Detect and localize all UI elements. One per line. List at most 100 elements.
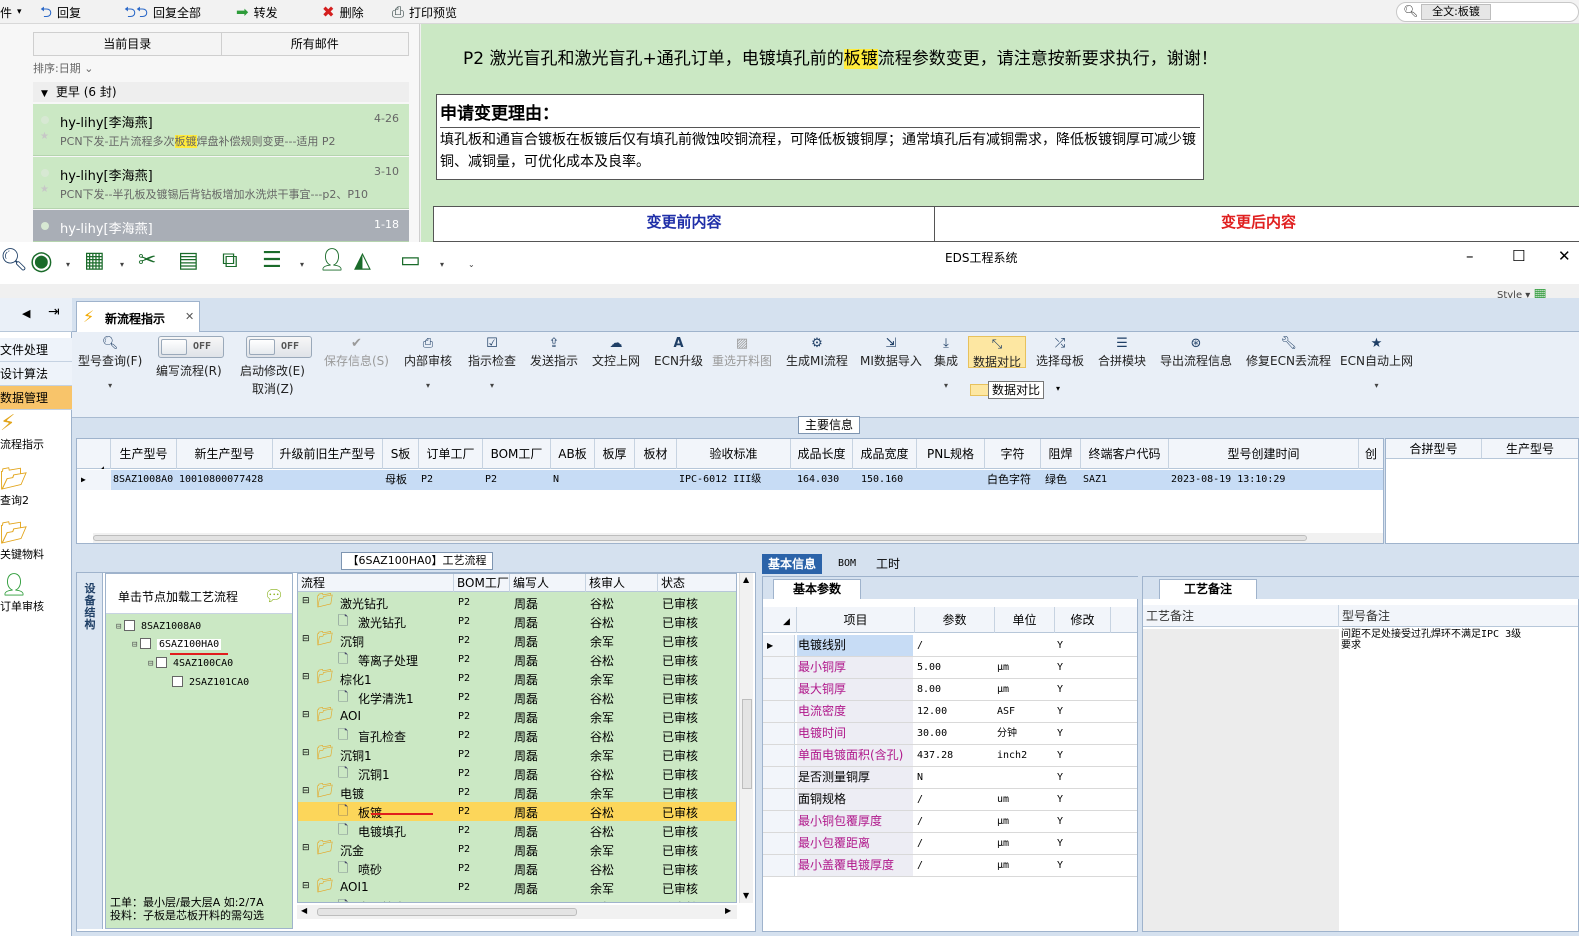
collapse-icon[interactable]: ⊟ <box>302 672 310 682</box>
grid-icon[interactable]: ▦ <box>84 249 105 273</box>
maximize-icon[interactable]: ☐ <box>1512 247 1525 265</box>
col-header[interactable]: 成品长度 <box>791 439 853 469</box>
ecn-upgrade-button[interactable]: A ECN升级 <box>654 336 703 369</box>
col-header[interactable]: 板材 <box>635 439 677 469</box>
col-header[interactable]: 新生产型号 <box>177 439 273 469</box>
col-header[interactable]: 修改 <box>1055 607 1111 633</box>
list-icon[interactable]: ☰ <box>262 249 282 273</box>
chart-icon[interactable]: ◭ <box>354 249 371 273</box>
nav-order-review[interactable]: 👤︎ 订单审核 <box>0 574 72 614</box>
tree-node[interactable]: ⊟ 8SAZ1008A0 <box>116 620 201 632</box>
param-row[interactable]: 最大铜厚 8.00 μm Y <box>763 679 1137 701</box>
chevron-down-icon[interactable]: ▾ <box>66 260 70 269</box>
collapse-icon[interactable]: ⊟ <box>302 786 310 796</box>
collapse-icon[interactable]: ⊟ <box>302 843 310 853</box>
col-header[interactable]: 字符 <box>985 439 1041 469</box>
mail-item-selected[interactable]: hy-lihy[李海燕] 1-18 <box>33 210 409 242</box>
process-step-row[interactable]: ⊟ 📁︎ AOI1 P2 周磊 余军 已审核 <box>298 878 736 897</box>
nav-flow-instruction[interactable]: ⚡ 流程指示 <box>0 412 72 452</box>
data-compare-button[interactable]: ⤡ 数据对比 <box>968 336 1026 369</box>
process-step-row[interactable]: 🗋︎ 沉铜1 P2 周磊 谷松 已审核 <box>298 764 736 783</box>
doc-online-button[interactable]: ☁ 文控上网 <box>592 336 640 369</box>
chevron-left-icon[interactable]: ◀ <box>22 307 30 320</box>
pin-icon[interactable]: ⇥ <box>48 304 60 320</box>
scissors-icon[interactable]: ✂ <box>138 249 156 273</box>
forward-button[interactable]: ➡ 转发 <box>236 3 278 21</box>
col-header[interactable]: BOM工厂 <box>483 439 551 469</box>
process-note-text[interactable] <box>1143 629 1339 931</box>
col-header[interactable]: 生产型号 <box>1482 439 1578 459</box>
grid-horizontal-scrollbar[interactable] <box>93 533 1383 543</box>
col-header[interactable]: 终端客户代码 <box>1081 439 1169 469</box>
select-mother-board-button[interactable]: ⤮ 选择母板 <box>1036 336 1084 369</box>
search-scope-button[interactable]: 全文:板镀 <box>1421 4 1491 20</box>
col-header[interactable]: AB板 <box>551 439 595 469</box>
collapse-icon[interactable]: ⊟ <box>302 881 310 891</box>
process-step-row[interactable]: 🗋︎ 盲孔检查 P2 周磊 谷松 已审核 <box>298 726 736 745</box>
tree-node[interactable]: 2SAZ101CA0 <box>172 676 249 688</box>
reply-all-button[interactable]: ⮌⮌ 回复全部 <box>124 3 201 21</box>
col-header[interactable]: 项目 <box>797 607 915 633</box>
mail-search-box[interactable]: 🔍︎ 全文:板镀 <box>1396 2 1579 22</box>
col-header[interactable]: S板 <box>383 439 419 469</box>
col-header[interactable]: 型号创建时间 <box>1169 439 1359 469</box>
process-step-row[interactable]: 🗋︎ 激光钻孔 P2 周磊 谷松 已审核 <box>298 612 736 631</box>
col-header[interactable]: 流程 <box>298 574 454 592</box>
cancel-button[interactable]: 取消(Z) <box>252 380 294 397</box>
process-step-row[interactable]: ⊟ 📁︎ 棕化1 P2 周磊 余军 已审核 <box>298 669 736 688</box>
param-row[interactable]: 最小包覆距离 / μm Y <box>763 833 1137 855</box>
param-row[interactable]: 面铜规格 / um Y <box>763 789 1137 811</box>
export-flow-info-button[interactable]: ⊛ 导出流程信息 <box>1160 336 1232 369</box>
steps-horizontal-scrollbar[interactable]: ◀ ▶ <box>297 905 737 919</box>
col-header[interactable]: 创 <box>1359 439 1383 469</box>
save-info-button[interactable]: ✔ 保存信息(S) <box>324 336 389 369</box>
film-icon[interactable]: ▤ <box>178 249 199 273</box>
tab-new-flow-instruction[interactable]: ⚡ 新流程指示 ✕ <box>76 301 200 333</box>
tree-node-selected[interactable]: ⊟ 6SAZ100HA0 <box>132 638 222 650</box>
nav-query2[interactable]: 📂︎ 查询2 <box>0 468 72 508</box>
device-structure-tab[interactable]: 设备结构 <box>77 573 103 929</box>
search-icon[interactable]: 🔍︎ <box>0 249 28 273</box>
close-tab-icon[interactable]: ✕ <box>185 310 194 323</box>
nav-key-material[interactable]: 📂︎ 关键物料 <box>0 522 72 562</box>
col-header[interactable]: 工艺备注 <box>1143 605 1339 627</box>
col-header[interactable]: 编写人 <box>510 574 586 592</box>
chevron-down-icon[interactable]: ▾ <box>440 260 444 269</box>
instruction-check-button[interactable]: ☑ 指示检查 ▾ <box>468 336 516 390</box>
sort-selector[interactable]: 排序:日期 ⌄ <box>33 60 93 76</box>
group-header[interactable]: ▼ 更早 (6 封) <box>33 82 409 102</box>
col-header[interactable]: 参数 <box>915 607 995 633</box>
merge-module-button[interactable]: ☰ 合拼模块 <box>1098 336 1146 369</box>
param-row[interactable]: 最小盖覆电镀厚度 / μm Y <box>763 855 1137 877</box>
col-header[interactable]: 板厚 <box>595 439 635 469</box>
minimize-icon[interactable]: – <box>1466 247 1474 265</box>
process-step-row[interactable]: 🗋︎ 化学清洗1 P2 周磊 谷松 已审核 <box>298 688 736 707</box>
repair-ecn-button[interactable]: 🔧︎ 修复ECN丢流程 <box>1246 336 1331 369</box>
col-header[interactable]: 订单工厂 <box>419 439 483 469</box>
param-row[interactable]: 电流密度 12.00 ASF Y <box>763 701 1137 723</box>
process-step-row[interactable]: 🗋︎ 喷砂 P2 周磊 谷松 已审核 <box>298 859 736 878</box>
collapse-icon[interactable]: ⊟ <box>302 634 310 644</box>
col-header[interactable]: 状态 <box>658 574 736 592</box>
internal-review-button[interactable]: ⎙ 内部审核 ▾ <box>404 336 452 390</box>
tab-basic-info[interactable]: 基本信息 <box>762 554 823 574</box>
star-icon[interactable]: ★ <box>40 184 49 195</box>
mail-dropdown-button[interactable]: 件 ▾ <box>0 3 22 21</box>
collapse-icon[interactable]: ⊟ <box>302 596 310 606</box>
param-row[interactable]: 最小铜包覆厚度 / μm Y <box>763 811 1137 833</box>
steps-vertical-scrollbar[interactable]: ▲ ▼ <box>739 573 753 903</box>
monitor-icon[interactable]: ▭ <box>400 249 421 273</box>
nav-file-processing[interactable]: 文件处理 <box>0 338 72 362</box>
send-instruction-button[interactable]: ⇪ 发送指示 <box>530 336 578 369</box>
star-icon[interactable]: ★ <box>40 131 49 142</box>
tab-bom[interactable]: BOM <box>832 554 862 574</box>
col-header[interactable]: BOM工厂 <box>454 574 510 592</box>
chevron-down-icon[interactable]: ▾ <box>1056 384 1060 393</box>
process-step-row[interactable]: ⊟ 📁︎ 电镀 P2 周磊 余军 已审核 <box>298 783 736 802</box>
param-row[interactable]: 电镀时间 30.00 分钟 Y <box>763 723 1137 745</box>
close-icon[interactable]: ✕ <box>1558 247 1571 265</box>
process-step-row[interactable]: 🗋︎ 等离子处理 P2 周磊 谷松 已审核 <box>298 650 736 669</box>
chevron-down-icon[interactable]: ▾ <box>120 260 124 269</box>
nav-design-algorithm[interactable]: 设计算法 <box>0 362 72 386</box>
col-header[interactable]: PNL规格 <box>917 439 985 469</box>
